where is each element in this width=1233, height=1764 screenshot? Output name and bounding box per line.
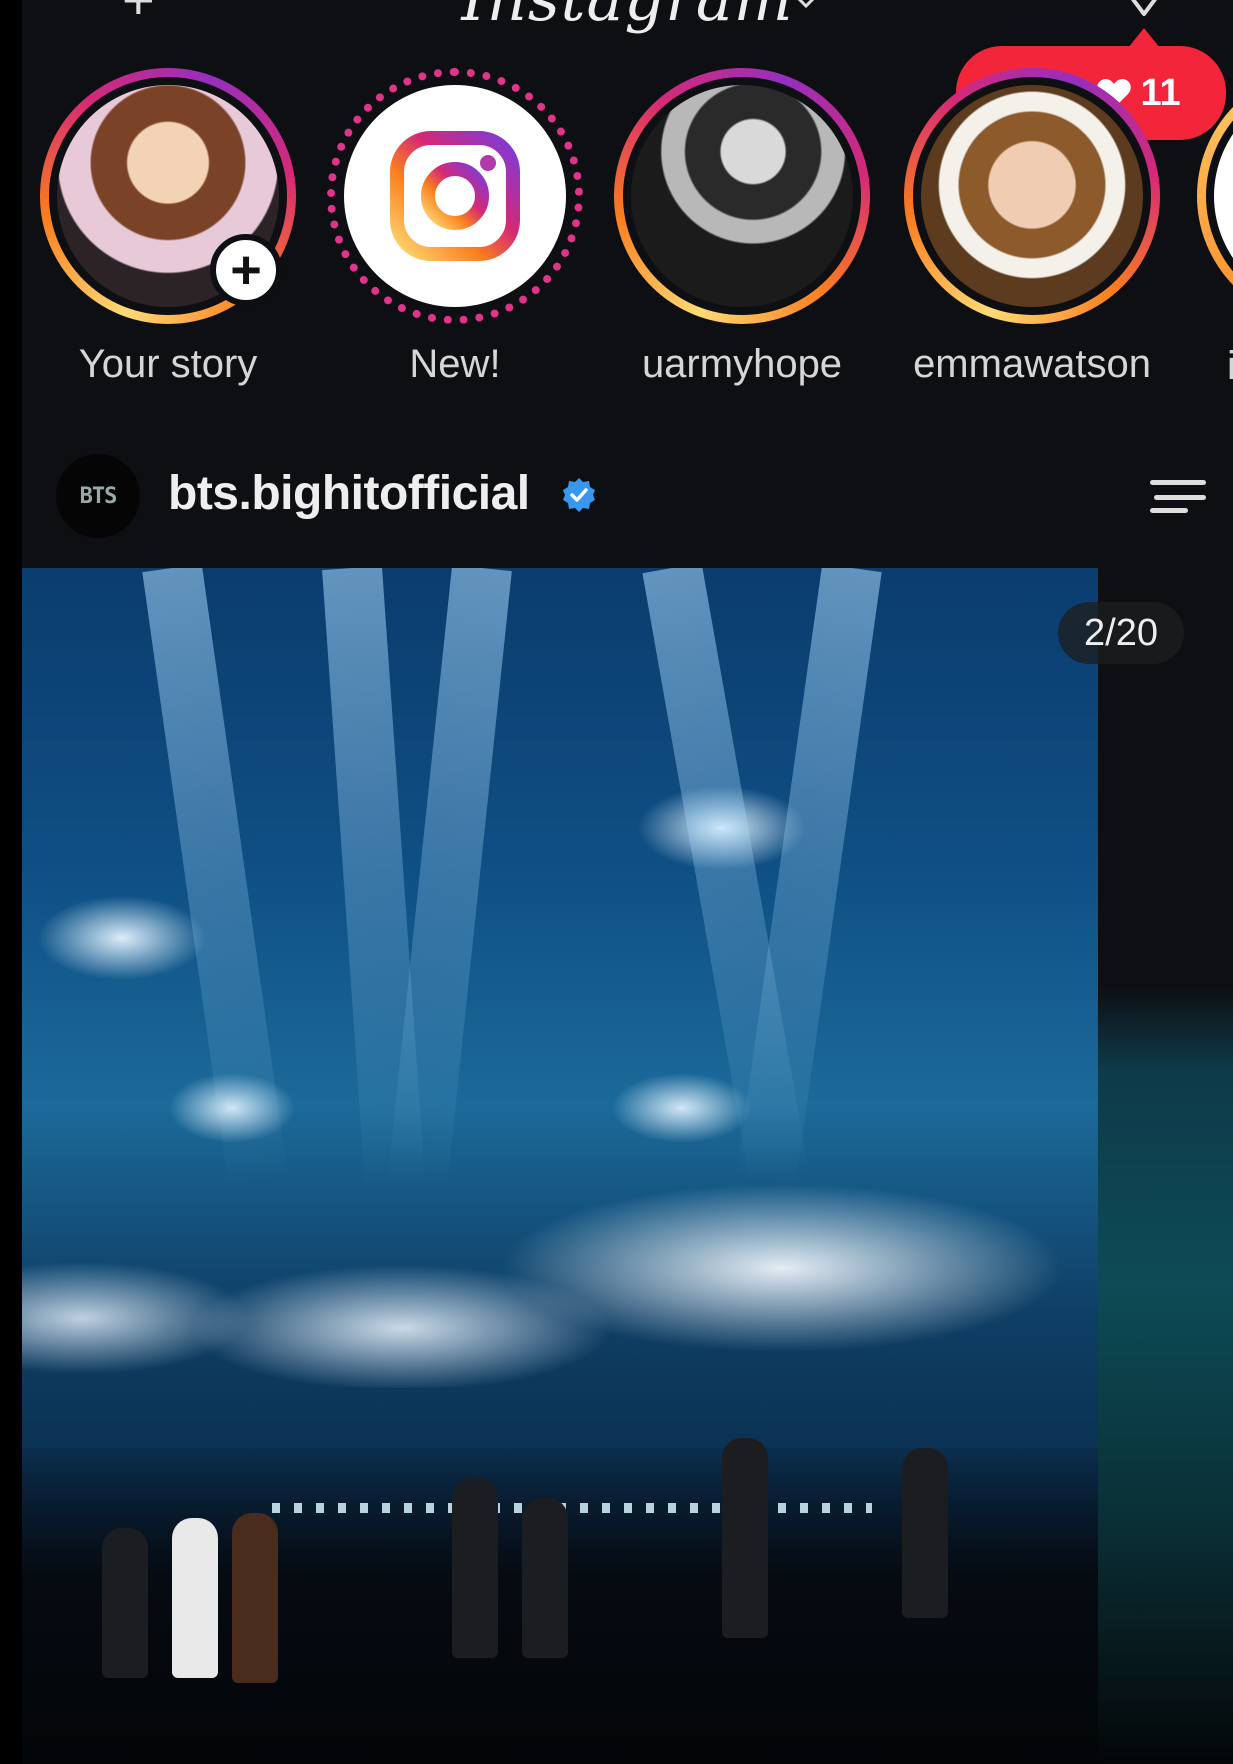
more-options-icon[interactable] xyxy=(1148,480,1206,514)
story-ring xyxy=(904,68,1160,324)
story-new[interactable]: New! xyxy=(325,68,585,387)
stories-tray: + Your story New! uarmyhope emmawatson xyxy=(22,60,1233,400)
story-label: i xyxy=(1227,344,1233,388)
camera-logo-icon xyxy=(390,131,520,261)
avatar xyxy=(921,85,1143,307)
story-ring: + xyxy=(40,68,296,324)
instagram-feed-screen: + Instagram 2 11 + xyxy=(22,0,1233,1764)
story-label: emmawatson xyxy=(913,342,1151,386)
verified-badge-icon xyxy=(563,478,595,512)
chevron-down-icon[interactable] xyxy=(794,0,818,10)
story-partial[interactable] xyxy=(1197,68,1233,324)
story-uarmyhope[interactable]: uarmyhope xyxy=(612,68,872,387)
performer xyxy=(102,1528,148,1678)
next-carousel-photo[interactable] xyxy=(1098,568,1233,1764)
post-carousel[interactable]: 2/20 xyxy=(22,568,1233,1764)
stage-lights xyxy=(272,1503,872,1513)
story-label: New! xyxy=(409,342,501,386)
story-ring xyxy=(614,68,870,324)
instagram-logo-icon xyxy=(344,85,566,307)
performer xyxy=(172,1518,218,1678)
post-header: BTS bts.bighitofficial xyxy=(22,450,1233,550)
performer xyxy=(722,1438,768,1638)
story-emmawatson[interactable]: emmawatson xyxy=(902,68,1162,387)
performer xyxy=(232,1513,278,1683)
post-avatar[interactable]: BTS xyxy=(56,454,140,538)
performer xyxy=(902,1448,948,1618)
performer xyxy=(452,1478,498,1658)
story-label: Your story xyxy=(78,342,258,386)
add-story-icon[interactable]: + xyxy=(210,234,282,306)
avatar xyxy=(631,85,853,307)
story-label: uarmyhope xyxy=(641,342,843,386)
story-ring xyxy=(327,68,583,324)
carousel-counter: 2/20 xyxy=(1058,602,1184,664)
instagram-logo[interactable]: Instagram xyxy=(22,0,1233,35)
water-splash xyxy=(22,1128,1098,1388)
performer xyxy=(522,1498,568,1658)
concert-stage-photo[interactable] xyxy=(22,568,1098,1764)
activity-heart-icon[interactable] xyxy=(1114,0,1174,22)
post-username[interactable]: bts.bighitofficial xyxy=(168,466,530,521)
story-your-story[interactable]: + Your story xyxy=(38,68,298,387)
